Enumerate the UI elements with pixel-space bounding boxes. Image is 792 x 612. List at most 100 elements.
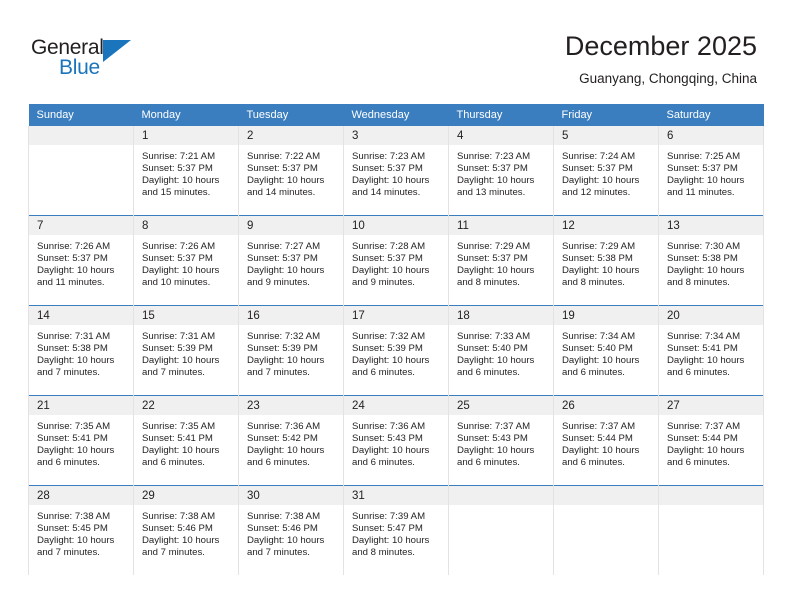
- day-number: 11: [449, 216, 553, 235]
- sunset-text: Sunset: 5:38 PM: [37, 343, 108, 355]
- daylight-text-line1: Daylight: 10 hours: [142, 535, 220, 547]
- daylight-text-line1: Daylight: 10 hours: [352, 445, 430, 457]
- day-number: 19: [554, 306, 658, 325]
- day-cell[interactable]: 23 Sunrise: 7:36 AM Sunset: 5:42 PM Dayl…: [238, 395, 344, 486]
- calendar-header-row: Sunday Monday Tuesday Wednesday Thursday…: [28, 104, 764, 126]
- sunrise-text: Sunrise: 7:35 AM: [37, 421, 111, 432]
- day-cell[interactable]: 8 Sunrise: 7:26 AM Sunset: 5:37 PM Dayli…: [133, 215, 239, 306]
- sunrise-text: Sunrise: 7:32 AM: [352, 331, 426, 342]
- sunrise-text: Sunrise: 7:38 AM: [247, 511, 321, 522]
- day-cell: [448, 485, 554, 575]
- daylight-text-line1: Daylight: 10 hours: [247, 445, 325, 457]
- day-cell[interactable]: 20 Sunrise: 7:34 AM Sunset: 5:41 PM Dayl…: [658, 305, 764, 396]
- day-cell[interactable]: 11 Sunrise: 7:29 AM Sunset: 5:37 PM Dayl…: [448, 215, 554, 306]
- sunset-text: Sunset: 5:44 PM: [562, 433, 633, 445]
- day-cell[interactable]: 15 Sunrise: 7:31 AM Sunset: 5:39 PM Dayl…: [133, 305, 239, 396]
- day-cell[interactable]: 4 Sunrise: 7:23 AM Sunset: 5:37 PM Dayli…: [448, 126, 554, 216]
- daylight-text-line2: and 12 minutes.: [562, 187, 631, 199]
- day-number: 3: [344, 126, 448, 145]
- daylight-text-line1: Daylight: 10 hours: [667, 445, 745, 457]
- day-cell[interactable]: 24 Sunrise: 7:36 AM Sunset: 5:43 PM Dayl…: [343, 395, 449, 486]
- day-cell[interactable]: 1 Sunrise: 7:21 AM Sunset: 5:37 PM Dayli…: [133, 126, 239, 216]
- day-cell[interactable]: 21 Sunrise: 7:35 AM Sunset: 5:41 PM Dayl…: [28, 395, 134, 486]
- day-cell[interactable]: 26 Sunrise: 7:37 AM Sunset: 5:44 PM Dayl…: [553, 395, 659, 486]
- day-details: Sunrise: 7:36 AM Sunset: 5:42 PM Dayligh…: [239, 415, 343, 485]
- day-cell[interactable]: 28 Sunrise: 7:38 AM Sunset: 5:45 PM Dayl…: [28, 485, 134, 575]
- sunrise-text: Sunrise: 7:37 AM: [562, 421, 636, 432]
- daylight-text-line1: Daylight: 10 hours: [352, 265, 430, 277]
- daylight-text-line1: Daylight: 10 hours: [247, 535, 325, 547]
- day-details: Sunrise: 7:26 AM Sunset: 5:37 PM Dayligh…: [29, 235, 133, 305]
- day-number: [449, 486, 553, 505]
- sunset-text: Sunset: 5:37 PM: [142, 163, 213, 175]
- sunrise-text: Sunrise: 7:22 AM: [247, 151, 321, 162]
- sunset-text: Sunset: 5:39 PM: [352, 343, 423, 355]
- page-header: General Blue December 2025 Guanyang, Cho…: [0, 0, 792, 100]
- day-cell[interactable]: 27 Sunrise: 7:37 AM Sunset: 5:44 PM Dayl…: [658, 395, 764, 486]
- daylight-text-line2: and 7 minutes.: [37, 547, 100, 559]
- sunset-text: Sunset: 5:41 PM: [37, 433, 108, 445]
- sunset-text: Sunset: 5:37 PM: [37, 253, 108, 265]
- day-cell[interactable]: 12 Sunrise: 7:29 AM Sunset: 5:38 PM Dayl…: [553, 215, 659, 306]
- daylight-text-line1: Daylight: 10 hours: [142, 265, 220, 277]
- day-cell[interactable]: 29 Sunrise: 7:38 AM Sunset: 5:46 PM Dayl…: [133, 485, 239, 575]
- day-number: 18: [449, 306, 553, 325]
- day-details: Sunrise: 7:24 AM Sunset: 5:37 PM Dayligh…: [554, 145, 658, 215]
- day-cell[interactable]: 14 Sunrise: 7:31 AM Sunset: 5:38 PM Dayl…: [28, 305, 134, 396]
- sunrise-text: Sunrise: 7:31 AM: [37, 331, 111, 342]
- day-cell[interactable]: 13 Sunrise: 7:30 AM Sunset: 5:38 PM Dayl…: [658, 215, 764, 306]
- general-blue-logo: General Blue: [31, 36, 151, 82]
- sunset-text: Sunset: 5:37 PM: [352, 163, 423, 175]
- day-cell[interactable]: 25 Sunrise: 7:37 AM Sunset: 5:43 PM Dayl…: [448, 395, 554, 486]
- day-number: 29: [134, 486, 238, 505]
- day-cell[interactable]: 19 Sunrise: 7:34 AM Sunset: 5:40 PM Dayl…: [553, 305, 659, 396]
- day-cell[interactable]: 16 Sunrise: 7:32 AM Sunset: 5:39 PM Dayl…: [238, 305, 344, 396]
- sunset-text: Sunset: 5:40 PM: [457, 343, 528, 355]
- day-cell[interactable]: 10 Sunrise: 7:28 AM Sunset: 5:37 PM Dayl…: [343, 215, 449, 306]
- day-number: 9: [239, 216, 343, 235]
- sunset-text: Sunset: 5:37 PM: [457, 163, 528, 175]
- day-cell[interactable]: 9 Sunrise: 7:27 AM Sunset: 5:37 PM Dayli…: [238, 215, 344, 306]
- calendar-week-row: 7 Sunrise: 7:26 AM Sunset: 5:37 PM Dayli…: [28, 215, 764, 306]
- day-details: Sunrise: 7:38 AM Sunset: 5:45 PM Dayligh…: [29, 505, 133, 575]
- daylight-text-line2: and 6 minutes.: [457, 367, 520, 379]
- sunrise-text: Sunrise: 7:29 AM: [457, 241, 531, 252]
- day-cell[interactable]: 7 Sunrise: 7:26 AM Sunset: 5:37 PM Dayli…: [28, 215, 134, 306]
- day-cell: [658, 485, 764, 575]
- day-number: 31: [344, 486, 448, 505]
- day-cell[interactable]: 31 Sunrise: 7:39 AM Sunset: 5:47 PM Dayl…: [343, 485, 449, 575]
- day-cell[interactable]: 5 Sunrise: 7:24 AM Sunset: 5:37 PM Dayli…: [553, 126, 659, 216]
- daylight-text-line1: Daylight: 10 hours: [562, 445, 640, 457]
- day-cell[interactable]: 18 Sunrise: 7:33 AM Sunset: 5:40 PM Dayl…: [448, 305, 554, 396]
- day-cell[interactable]: 22 Sunrise: 7:35 AM Sunset: 5:41 PM Dayl…: [133, 395, 239, 486]
- weekday-header-sunday: Sunday: [28, 104, 134, 126]
- day-cell[interactable]: 2 Sunrise: 7:22 AM Sunset: 5:37 PM Dayli…: [238, 126, 344, 216]
- day-number: 26: [554, 396, 658, 415]
- day-details: Sunrise: 7:34 AM Sunset: 5:41 PM Dayligh…: [659, 325, 763, 395]
- daylight-text-line2: and 8 minutes.: [562, 277, 625, 289]
- daylight-text-line2: and 11 minutes.: [37, 277, 105, 289]
- page-title: December 2025: [564, 31, 757, 61]
- sunrise-text: Sunrise: 7:26 AM: [37, 241, 111, 252]
- daylight-text-line2: and 7 minutes.: [142, 547, 205, 559]
- daylight-text-line1: Daylight: 10 hours: [37, 445, 115, 457]
- day-details: Sunrise: 7:39 AM Sunset: 5:47 PM Dayligh…: [344, 505, 448, 575]
- weekday-header-thursday: Thursday: [448, 104, 554, 126]
- day-number: 13: [659, 216, 763, 235]
- sunrise-text: Sunrise: 7:24 AM: [562, 151, 636, 162]
- daylight-text-line2: and 7 minutes.: [142, 367, 205, 379]
- day-cell[interactable]: 17 Sunrise: 7:32 AM Sunset: 5:39 PM Dayl…: [343, 305, 449, 396]
- sunset-text: Sunset: 5:37 PM: [562, 163, 633, 175]
- daylight-text-line1: Daylight: 10 hours: [457, 175, 535, 187]
- day-cell: [28, 126, 134, 216]
- day-details: [659, 505, 763, 575]
- sunrise-text: Sunrise: 7:21 AM: [142, 151, 216, 162]
- day-cell[interactable]: 30 Sunrise: 7:38 AM Sunset: 5:46 PM Dayl…: [238, 485, 344, 575]
- day-cell[interactable]: 6 Sunrise: 7:25 AM Sunset: 5:37 PM Dayli…: [658, 126, 764, 216]
- day-details: Sunrise: 7:32 AM Sunset: 5:39 PM Dayligh…: [344, 325, 448, 395]
- sunset-text: Sunset: 5:46 PM: [142, 523, 213, 535]
- sunrise-text: Sunrise: 7:28 AM: [352, 241, 426, 252]
- day-cell[interactable]: 3 Sunrise: 7:23 AM Sunset: 5:37 PM Dayli…: [343, 126, 449, 216]
- daylight-text-line2: and 8 minutes.: [352, 547, 415, 559]
- sunset-text: Sunset: 5:37 PM: [352, 253, 423, 265]
